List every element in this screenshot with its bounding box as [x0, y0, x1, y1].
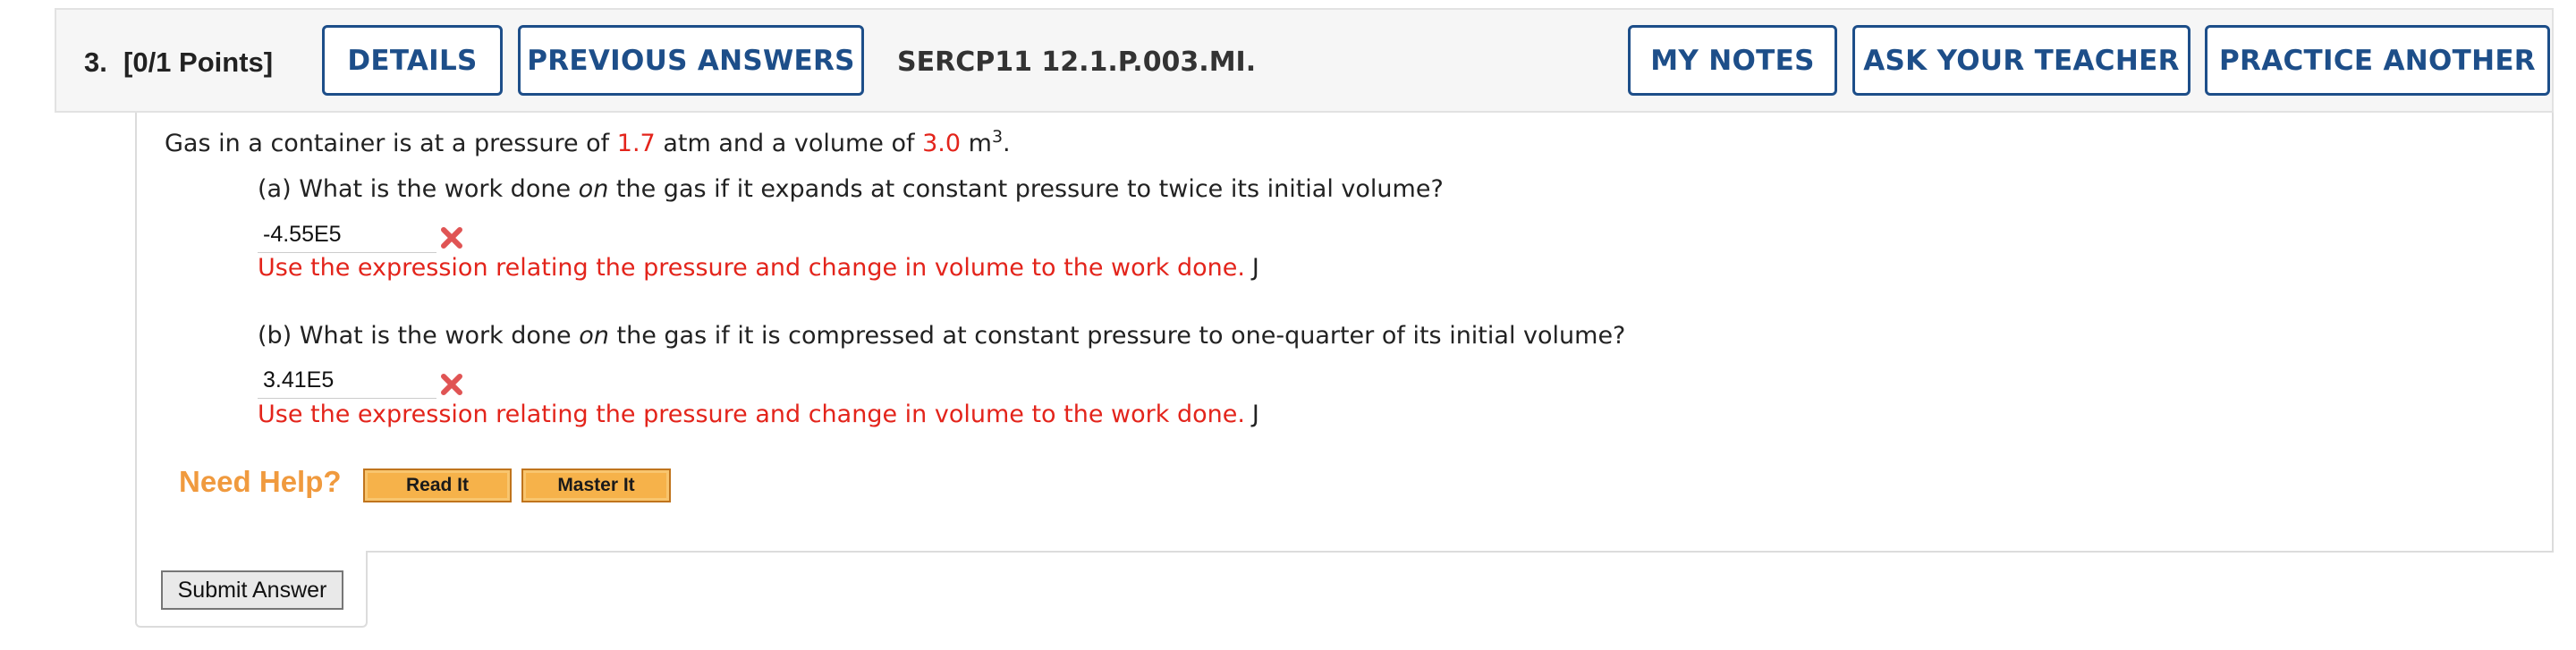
volume-unit: m3	[968, 127, 1004, 157]
read-it-button[interactable]: Read It	[363, 469, 512, 502]
question-body: Gas in a container is at a pressure of 1…	[135, 113, 2554, 553]
stem-middle: atm and a volume of	[663, 130, 915, 157]
stem-suffix: .	[1003, 130, 1011, 157]
question-number: 3.	[84, 46, 107, 78]
volume-exponent: 3	[991, 127, 1004, 147]
question-stem: Gas in a container is at a pressure of 1…	[165, 127, 1011, 157]
submit-tab: Submit Answer	[135, 551, 368, 628]
my-notes-button[interactable]: MY NOTES	[1628, 25, 1837, 96]
need-help-label: Need Help?	[179, 465, 342, 498]
submit-answer-button[interactable]: Submit Answer	[161, 570, 343, 610]
part-a-answer-input[interactable]	[258, 217, 436, 253]
x-mark-icon	[441, 227, 462, 249]
part-a-unit: J	[1251, 254, 1259, 282]
part-b-answer-input[interactable]	[258, 363, 436, 399]
pressure-value: 1.7	[616, 130, 656, 157]
previous-answers-button[interactable]: PREVIOUS ANSWERS	[518, 25, 864, 96]
x-mark-icon	[441, 374, 462, 395]
details-button[interactable]: DETAILS	[322, 25, 503, 96]
ask-your-teacher-button[interactable]: ASK YOUR TEACHER	[1852, 25, 2190, 96]
master-it-button[interactable]: Master It	[521, 469, 671, 502]
question-id: SERCP11 12.1.P.003.MI.	[897, 46, 1257, 78]
question-header: 3. [0/1 Points] DETAILS PREVIOUS ANSWERS…	[55, 8, 2554, 113]
stem-prefix: Gas in a container is at a pressure of	[165, 130, 610, 157]
part-b-prompt: (b) What is the work done on the gas if …	[258, 322, 1626, 350]
part-b-unit: J	[1251, 401, 1259, 428]
volume-value: 3.0	[922, 130, 962, 157]
part-a-prompt: (a) What is the work done on the gas if …	[258, 175, 1444, 203]
part-a-hint: Use the expression relating the pressure…	[258, 254, 1259, 282]
question-page: 3. [0/1 Points] DETAILS PREVIOUS ANSWERS…	[0, 0, 2576, 650]
question-points: [0/1 Points]	[123, 46, 274, 78]
part-b-hint: Use the expression relating the pressure…	[258, 401, 1259, 428]
practice-another-button[interactable]: PRACTICE ANOTHER	[2205, 25, 2550, 96]
